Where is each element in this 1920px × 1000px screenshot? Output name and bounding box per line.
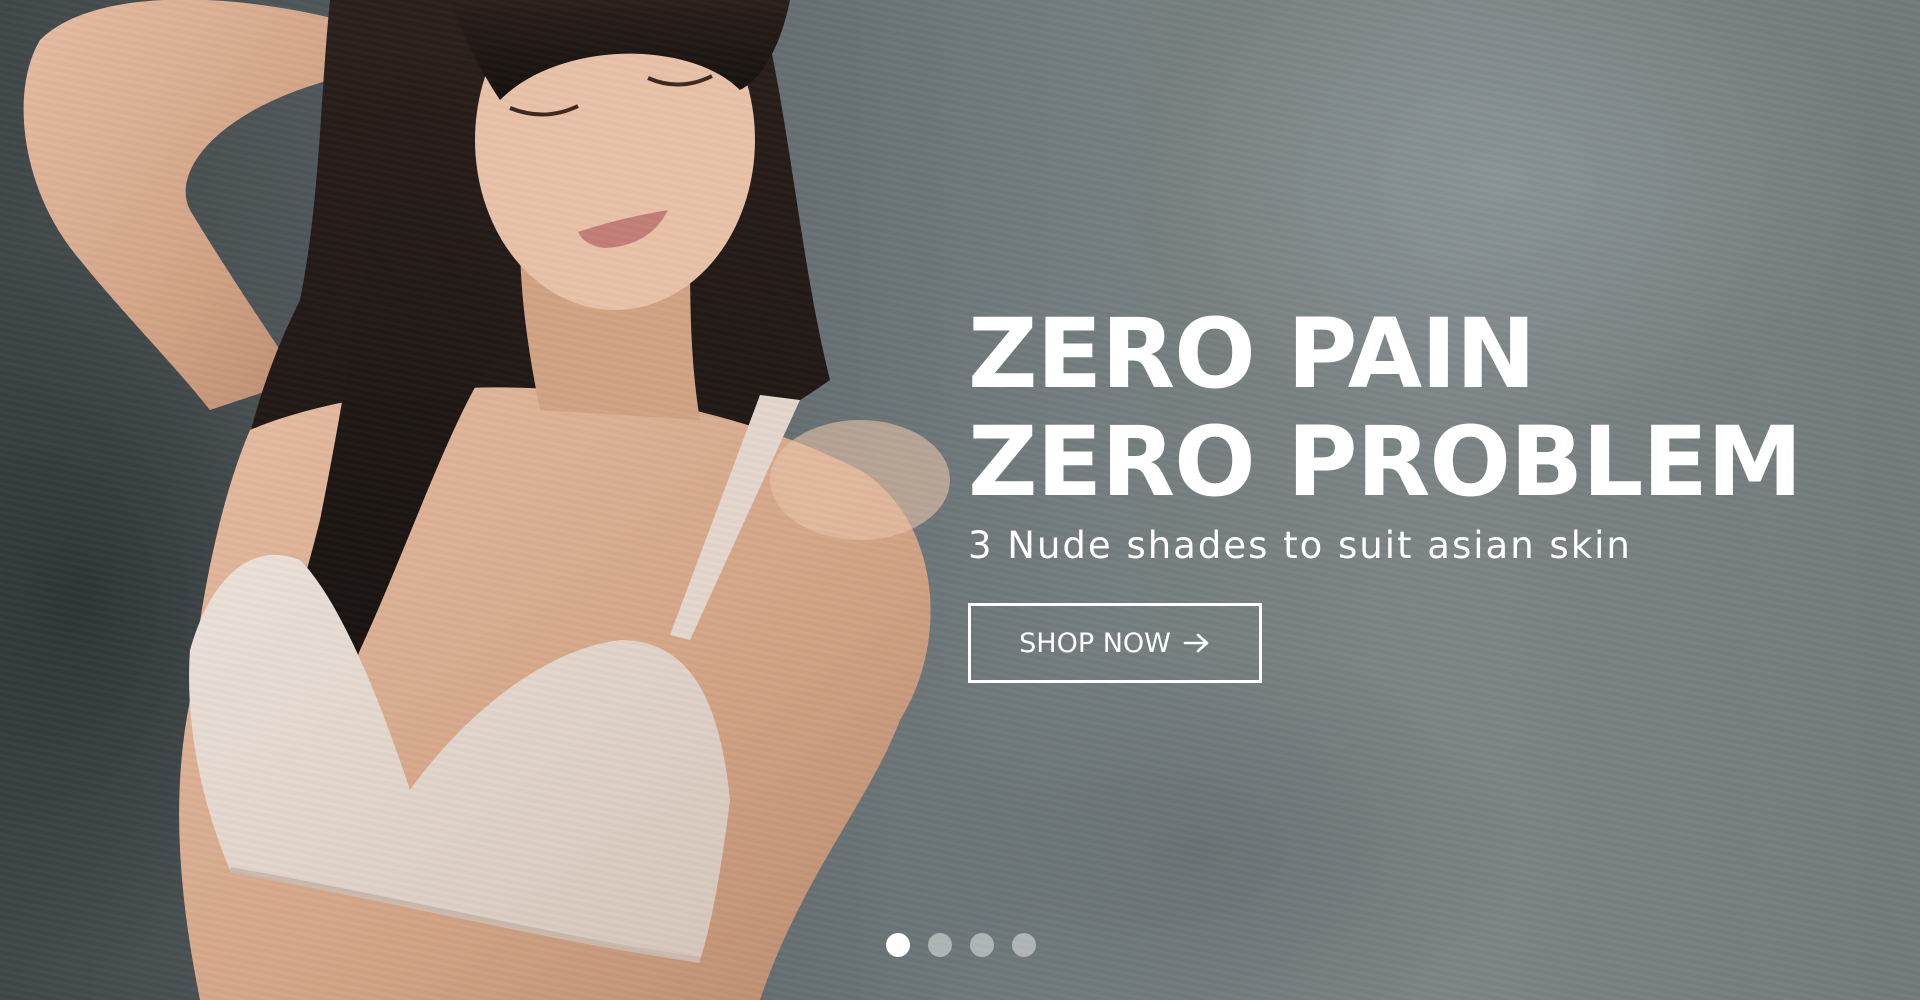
hero-banner: ZERO PAIN ZERO PROBLEM 3 Nude shades to …: [0, 0, 1920, 1000]
carousel-dot-3[interactable]: [970, 933, 994, 957]
headline-line-1: ZERO PAIN: [968, 298, 1536, 410]
shop-now-label: SHOP NOW: [1019, 627, 1171, 659]
subheadline: 3 Nude shades to suit asian skin: [968, 524, 1632, 567]
carousel-dot-1[interactable]: [886, 933, 910, 957]
hero-copy: ZERO PAIN ZERO PROBLEM 3 Nude shades to …: [968, 300, 1868, 683]
carousel-dot-4[interactable]: [1012, 933, 1036, 957]
carousel-dots: [886, 933, 1036, 957]
headline-line-2: ZERO PROBLEM: [968, 406, 1802, 518]
carousel-dot-2[interactable]: [928, 933, 952, 957]
model-photo: [23, 0, 950, 1000]
arrow-right-icon: [1183, 633, 1209, 653]
shop-now-button[interactable]: SHOP NOW: [968, 603, 1262, 683]
